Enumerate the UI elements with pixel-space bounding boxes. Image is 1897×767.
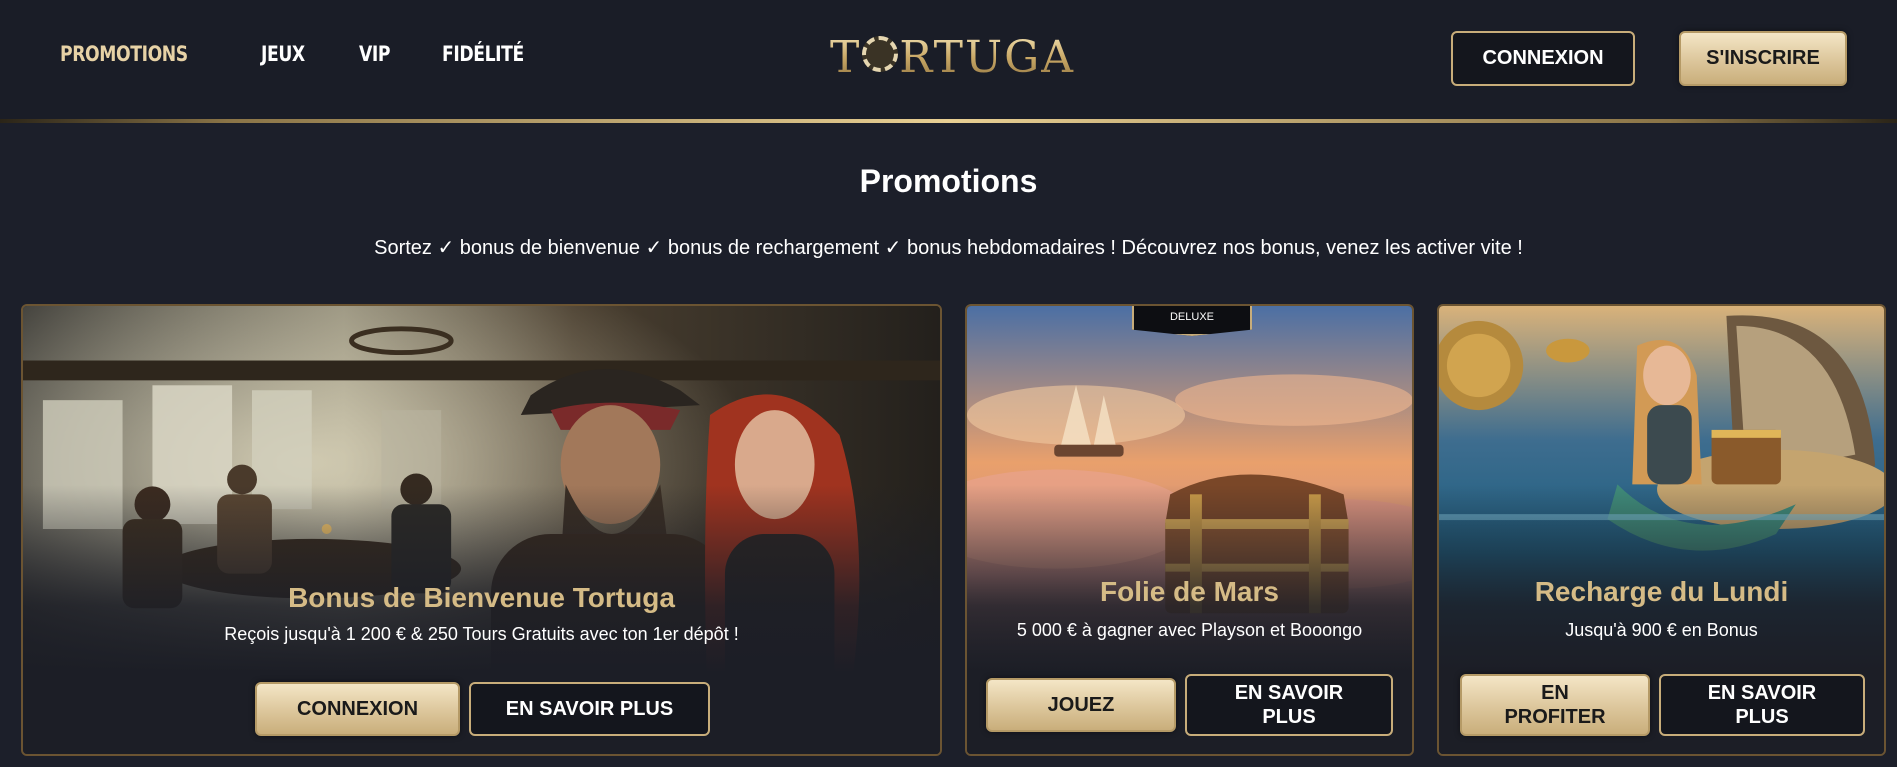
card-title: Bonus de Bienvenue Tortuga [288,582,675,613]
logo-text-right: RTUGA [899,31,1075,83]
card-description: 5 000 € à gagner avec Playson et Booongo [1016,620,1363,640]
page-subtitle: Sortez ✓ bonus de bienvenue ✓ bonus de r… [374,237,1523,259]
card-login-button[interactable]: CONNEXION [255,682,460,736]
card-description: Reçois jusqu'à 1 200 € & 250 Tours Gratu… [224,624,739,644]
nav-jeux[interactable]: JEUX [261,42,305,66]
deluxe-badge: DELUXE [1132,306,1252,336]
card-learn-more-button[interactable]: EN SAVOIR PLUS [1185,674,1393,736]
site-header: PROMOTIONS JEUX VIP FIDÉLITÉ T RTUGA CON… [0,0,1897,120]
main-nav: PROMOTIONS JEUX VIP FIDÉLITÉ [60,42,542,66]
signup-button[interactable]: S'INSCRIRE [1679,31,1847,86]
card-title: Recharge du Lundi [1534,576,1789,607]
page-title: Promotions [859,163,1038,199]
card-claim-button[interactable]: EN PROFITER [1460,674,1650,736]
promo-card-recharge-lundi: Recharge du Lundi Jusqu'à 900 € en Bonus… [1437,304,1886,756]
card-learn-more-button[interactable]: EN SAVOIR PLUS [1659,674,1865,736]
card-title: Folie de Mars [1100,576,1279,607]
logo-text-left: T [830,31,862,83]
nav-fidelite[interactable]: FIDÉLITÉ [442,42,524,66]
site-logo[interactable]: T RTUGA [830,28,1075,86]
poker-chip-icon [862,36,899,72]
card-play-button[interactable]: JOUEZ [986,678,1176,732]
promo-card-folie-de-mars: DELUXE Folie de Mars 5 000 € à gagner av… [965,304,1414,756]
header-divider [0,119,1897,123]
card-description: Jusqu'à 900 € en Bonus [1565,620,1758,640]
nav-promotions[interactable]: PROMOTIONS [60,42,188,66]
login-button[interactable]: CONNEXION [1451,31,1635,86]
promo-card-welcome: Bonus de Bienvenue Tortuga Reçois jusqu'… [21,304,942,756]
card-learn-more-button[interactable]: EN SAVOIR PLUS [469,682,710,736]
nav-vip[interactable]: VIP [359,42,391,66]
